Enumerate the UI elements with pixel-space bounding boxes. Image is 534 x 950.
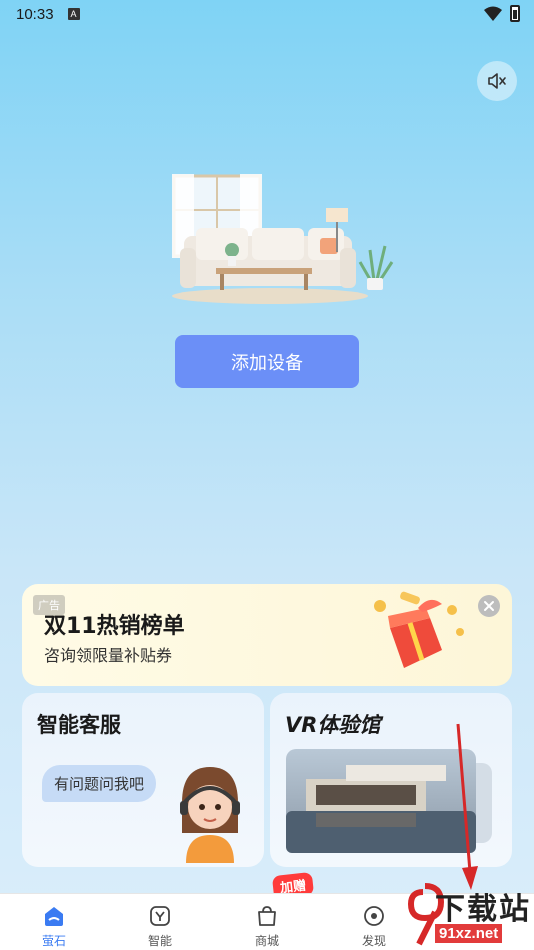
shop-bag-icon [258, 906, 276, 926]
assistant-avatar [180, 767, 240, 863]
ad-title: 双11热销榜单 [44, 614, 185, 639]
living-room-illustration [172, 174, 394, 304]
nav-item-discover[interactable]: 发现 [344, 904, 404, 949]
battery-icon [510, 5, 520, 22]
service-speech-bubble: 有问题问我吧 [42, 765, 157, 802]
wifi-icon [484, 6, 502, 21]
gift-box-icon [374, 591, 464, 668]
ad-subtitle: 咨询领限量补贴券 [44, 646, 173, 665]
nav-label-home: 萤石 [41, 934, 66, 948]
nav-item-home[interactable]: 萤石 [24, 904, 84, 949]
speaker-muted-icon [488, 73, 506, 89]
close-icon [484, 601, 494, 611]
mute-button[interactable] [477, 61, 517, 101]
nav-item-smart[interactable]: 智能 [130, 904, 190, 949]
status-indicators [484, 5, 520, 22]
notification-icon: A [67, 8, 80, 20]
status-time: 10:33 [16, 5, 54, 23]
nav-label-shop: 商城 [254, 934, 279, 948]
discover-icon [364, 906, 384, 926]
card-title-service: 智能客服 [37, 713, 121, 737]
smart-icon [150, 906, 170, 926]
add-device-button[interactable]: 添加设备 [175, 335, 359, 388]
watermark-title: 下载站 [435, 892, 531, 927]
card-title-vr: VR体验馆 [285, 713, 381, 737]
nav-label-discover: 发现 [361, 934, 386, 948]
nav-item-shop[interactable]: 商城 [237, 904, 297, 949]
ad-banner[interactable]: 广告 双11热销榜单 咨询领限量补贴券 [22, 584, 512, 686]
watermark: 下载站 91xz.net [405, 880, 534, 950]
smart-service-card[interactable]: 智能客服 有问题问我吧 [22, 693, 264, 867]
nav-label-smart: 智能 [147, 934, 172, 948]
status-bar: 10:33 A [0, 0, 534, 28]
watermark-url: 91xz.net [435, 924, 503, 943]
annotation-arrow [456, 723, 478, 890]
home-icon [45, 907, 63, 926]
close-ad-button[interactable] [478, 595, 500, 617]
